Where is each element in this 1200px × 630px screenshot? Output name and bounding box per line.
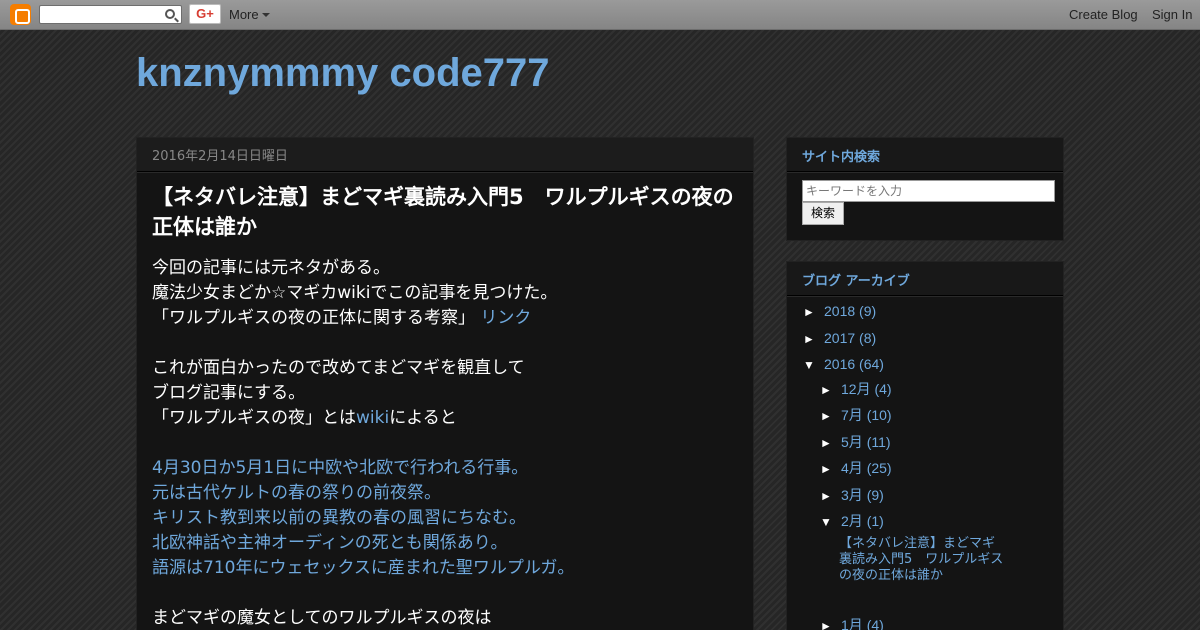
create-blog-link[interactable]: Create Blog xyxy=(1069,7,1138,22)
site-search-widget: サイト内検索 キーワードを入力 検索 xyxy=(786,137,1064,241)
body-line: これが面白かったので改めてまどマギを観直して xyxy=(152,358,525,378)
expand-arrow-icon[interactable]: ► xyxy=(803,305,824,319)
body-line: 魔法少女まどか☆マギカwikiでこの記事を見つけた。 xyxy=(152,283,558,303)
archive-month-3[interactable]: ► 3月 (9) xyxy=(820,485,884,505)
post-date: 2016年2月14日日曜日 xyxy=(137,138,753,172)
collapse-arrow-icon[interactable]: ▼ xyxy=(803,358,824,372)
expand-arrow-icon[interactable]: ► xyxy=(803,332,824,346)
blogger-icon[interactable] xyxy=(10,4,31,25)
body-text: 「ワルプルギスの夜」とは xyxy=(152,408,356,428)
search-widget-title: サイト内検索 xyxy=(787,138,1063,172)
archive-month-4[interactable]: ► 4月 (25) xyxy=(820,458,892,478)
archive-year-2018[interactable]: ► 2018 (9) xyxy=(803,303,876,319)
quoted-line: 4月30日か5月1日に中欧や北欧で行われる行事。 xyxy=(152,458,529,478)
archive-count: (10) xyxy=(866,407,892,423)
body-line: ブログ記事にする。 xyxy=(152,383,306,403)
more-label: More xyxy=(229,7,259,22)
google-plus-button[interactable]: G+ xyxy=(189,4,221,24)
archive-post-link[interactable]: 【ネタバレ注意】まどマギ裏読み入門5 ワルプルギスの夜の正体は誰か xyxy=(839,536,1004,584)
archive-year-label[interactable]: 2018 xyxy=(824,303,855,319)
archive-count: (8) xyxy=(859,330,877,346)
collapse-arrow-icon[interactable]: ▼ xyxy=(820,515,841,529)
quoted-line: 北欧神話や主神オーディンの死とも関係あり。 xyxy=(152,533,508,553)
archive-month-5[interactable]: ► 5月 (11) xyxy=(820,432,891,452)
archive-month-label[interactable]: 2月 xyxy=(841,513,863,529)
expand-arrow-icon[interactable]: ► xyxy=(820,436,841,450)
archive-month-1[interactable]: ► 1月 (4) xyxy=(820,615,884,630)
quoted-line: 元は古代ケルトの春の祭りの前夜祭。 xyxy=(152,483,441,503)
expand-arrow-icon[interactable]: ► xyxy=(820,489,841,503)
archive-count: (9) xyxy=(859,303,877,319)
body-line: 「ワルプルギスの夜の正体に関する考察」 リンク xyxy=(152,306,738,331)
archive-month-12[interactable]: ► 12月 (4) xyxy=(820,379,892,399)
search-button[interactable]: 検索 xyxy=(802,202,844,225)
archive-month-label[interactable]: 3月 xyxy=(841,487,863,503)
reference-link[interactable]: リンク xyxy=(480,308,531,328)
archive-month-label[interactable]: 5月 xyxy=(841,434,863,450)
post-title[interactable]: 【ネタバレ注意】まどマギ裏読み入門5 ワルプルギスの夜の正体は誰か xyxy=(152,182,738,242)
site-search-input[interactable]: キーワードを入力 xyxy=(802,180,1055,202)
archive-year-2017[interactable]: ► 2017 (8) xyxy=(803,330,876,346)
archive-year-label[interactable]: 2017 xyxy=(824,330,855,346)
archive-count: (25) xyxy=(866,460,892,476)
blog-title[interactable]: knznymmmy code777 xyxy=(136,51,550,96)
archive-month-7[interactable]: ► 7月 (10) xyxy=(820,405,892,425)
body-line: 「ワルプルギスの夜」とはwikiによると xyxy=(152,406,738,431)
archive-month-label[interactable]: 4月 xyxy=(841,460,863,476)
body-text: 「ワルプルギスの夜の正体に関する考察」 xyxy=(152,308,475,328)
archive-count: (9) xyxy=(866,487,884,503)
archive-count: (4) xyxy=(866,617,884,630)
archive-month-label[interactable]: 1月 xyxy=(841,617,863,630)
blog-archive-widget: ブログ アーカイブ ► 2018 (9) ► 2017 (8) ▼ 2016 (64)… xyxy=(786,261,1064,630)
archive-year-label[interactable]: 2016 xyxy=(824,356,855,372)
archive-count: (11) xyxy=(866,434,891,450)
blogger-navbar: G+ More Create Blog Sign In xyxy=(0,0,1200,30)
navbar-search-input[interactable] xyxy=(39,5,182,24)
archive-count: (1) xyxy=(866,513,884,529)
body-line: 今回の記事には元ネタがある。 xyxy=(152,258,390,278)
expand-arrow-icon[interactable]: ► xyxy=(820,383,841,397)
wiki-link[interactable]: wiki xyxy=(356,408,389,428)
archive-widget-title: ブログ アーカイブ xyxy=(787,262,1063,296)
main-column: 2016年2月14日日曜日 【ネタバレ注意】まどマギ裏読み入門5 ワルプルギスの… xyxy=(136,137,754,630)
search-icon[interactable] xyxy=(165,9,175,19)
quoted-line: 語源は710年にウェセックスに産まれた聖ワルプルガ。 xyxy=(152,558,575,578)
archive-year-2016[interactable]: ▼ 2016 (64) xyxy=(803,356,884,372)
expand-arrow-icon[interactable]: ► xyxy=(820,619,841,630)
archive-month-2[interactable]: ▼ 2月 (1) xyxy=(820,511,884,531)
more-menu[interactable]: More xyxy=(229,7,270,22)
archive-month-label[interactable]: 12月 xyxy=(841,381,871,397)
caret-down-icon xyxy=(261,13,270,17)
archive-count: (4) xyxy=(874,381,892,397)
body-text: によると xyxy=(389,408,457,428)
quoted-line: キリスト教到来以前の異教の春の風習にちなむ。 xyxy=(152,508,526,528)
expand-arrow-icon[interactable]: ► xyxy=(820,409,841,423)
archive-count: (64) xyxy=(859,356,884,372)
body-line: まどマギの魔女としてのワルプルギスの夜は xyxy=(152,608,492,628)
archive-month-label[interactable]: 7月 xyxy=(841,407,863,423)
sign-in-link[interactable]: Sign In xyxy=(1152,7,1192,22)
post-body: 今回の記事には元ネタがある。 魔法少女まどか☆マギカwikiでこの記事を見つけた… xyxy=(152,256,738,630)
expand-arrow-icon[interactable]: ► xyxy=(820,462,841,476)
